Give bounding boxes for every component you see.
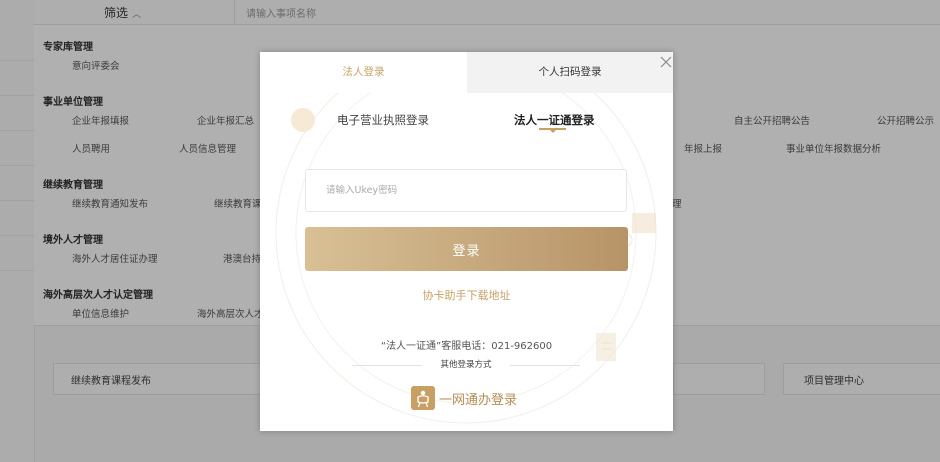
active-tab-arrow-icon xyxy=(549,129,557,133)
tab-business-license-login[interactable]: 电子营业执照登录 xyxy=(337,112,429,128)
login-modal: 法人登录 个人扫码登录 电子营业执照登录 法人一证通登录 登录 协卡助手下载地址… xyxy=(260,52,673,431)
tab-one-cert-login[interactable]: 法人一证通登录 xyxy=(514,112,595,128)
ukey-password-input[interactable] xyxy=(305,169,627,212)
assistant-download-link[interactable]: 协卡助手下载地址 xyxy=(260,287,673,303)
tab-legal-person-login[interactable]: 法人登录 xyxy=(260,52,467,93)
login-button[interactable]: 登录 xyxy=(305,227,628,271)
tab-personal-qr-login[interactable]: 个人扫码登录 xyxy=(467,52,673,93)
yiwang-logo-icon xyxy=(411,386,435,410)
close-icon[interactable] xyxy=(659,55,673,69)
yiwang-login-label: 一网通办登录 xyxy=(439,392,518,408)
divider xyxy=(510,365,580,366)
other-methods-divider: 其他登录方式 xyxy=(352,358,580,372)
service-hotline: “法人一证通”客服电话：021-962600 xyxy=(380,341,553,352)
yiwang-login-button[interactable]: 一网通办登录 xyxy=(411,385,517,411)
